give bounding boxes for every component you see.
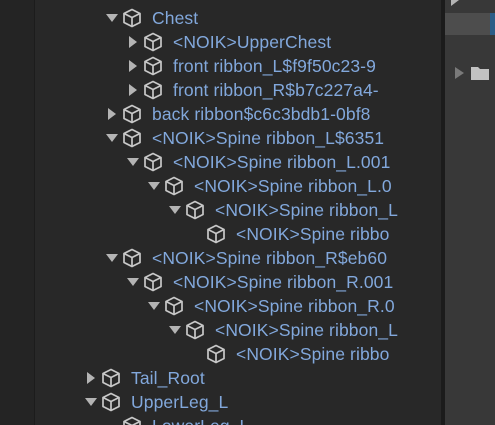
selected-folder-row[interactable] (445, 13, 495, 35)
hierarchy-item-label: <NOIK>Spine ribbon_L.001 (173, 152, 391, 172)
chevron-right-icon[interactable] (453, 66, 465, 80)
gameobject-cube-icon (123, 104, 141, 124)
hierarchy-row[interactable]: <NOIK>Spine ribbon_L.001 (35, 150, 441, 174)
hierarchy-item-label: LowerLeg_L (152, 416, 249, 425)
chevron-down-icon[interactable] (169, 324, 181, 336)
hierarchy-row[interactable]: <NOIK>Spine ribbon_R$eb60 (35, 246, 441, 270)
hierarchy-row[interactable]: <NOIK>Spine ribbon_R.0 (35, 294, 441, 318)
gameobject-cube-icon (102, 368, 120, 388)
gameobject-cube-icon (123, 416, 141, 425)
hierarchy-row[interactable]: <NOIK>Spine ribbon_L.0 (35, 174, 441, 198)
hierarchy-item-label: <NOIK>Spine ribbon_R.0 (194, 296, 395, 316)
hierarchy-item-label: Chest (152, 8, 199, 28)
chevron-right-icon[interactable] (127, 36, 139, 48)
hierarchy-row[interactable]: <NOIK>Spine ribbo (35, 342, 441, 366)
chevron-down-icon[interactable] (106, 132, 118, 144)
chevron-down-icon[interactable] (106, 252, 118, 264)
gameobject-cube-icon (165, 296, 183, 316)
hierarchy-row[interactable]: back ribbon$c6c3bdb1-0bf8 (35, 102, 441, 126)
hierarchy-row[interactable]: <NOIK>Spine ribbon_R.001 (35, 270, 441, 294)
left-gutter (0, 0, 34, 425)
hierarchy-row[interactable]: <NOIK>Spine ribbon_L$6351 (35, 126, 441, 150)
gameobject-cube-icon (144, 152, 162, 172)
gameobject-cube-icon (123, 128, 141, 148)
gameobject-cube-icon (144, 272, 162, 292)
hierarchy-item-label: back ribbon$c6c3bdb1-0bf8 (152, 104, 371, 124)
project-folder-panel (445, 0, 495, 425)
hierarchy-row[interactable]: Chest (35, 6, 441, 30)
hierarchy-row[interactable]: <NOIK>Spine ribbon_L (35, 318, 441, 342)
hierarchy-item-label: <NOIK>Spine ribbon_L (215, 320, 398, 340)
hierarchy-item-label: Tail_Root (131, 368, 205, 388)
hierarchy-tree: Chest <NOIK>UpperChest front ribbon_L$f9f5… (35, 0, 441, 425)
hierarchy-row[interactable]: front ribbon_L$f9f50c23-9 (35, 54, 441, 78)
hierarchy-item-label: <NOIK>Spine ribbon_L (215, 200, 398, 220)
hierarchy-item-label: <NOIK>Spine ribbon_R.001 (173, 272, 394, 292)
hierarchy-row[interactable]: <NOIK>UpperChest (35, 30, 441, 54)
gameobject-cube-icon (144, 80, 162, 100)
hierarchy-row[interactable]: <NOIK>Spine ribbon_L (35, 198, 441, 222)
chevron-down-icon[interactable] (127, 156, 139, 168)
selection-accent (490, 13, 495, 35)
chevron-right-icon[interactable] (127, 60, 139, 72)
chevron-down-icon[interactable] (169, 204, 181, 216)
gameobject-cube-icon (207, 224, 225, 244)
gameobject-cube-icon (123, 248, 141, 268)
gameobject-cube-icon (207, 344, 225, 364)
gameobject-cube-icon (186, 320, 204, 340)
hierarchy-item-label: <NOIK>Spine ribbo (236, 344, 390, 364)
chevron-right-icon[interactable] (127, 84, 139, 96)
gameobject-cube-icon (123, 8, 141, 28)
chevron-down-icon[interactable] (148, 300, 160, 312)
hierarchy-item-label: <NOIK>Spine ribbo (236, 224, 390, 244)
chevron-down-icon[interactable] (106, 12, 118, 24)
chevron-down-icon[interactable] (127, 276, 139, 288)
gameobject-cube-icon (165, 176, 183, 196)
hierarchy-row[interactable]: <NOIK>Spine ribbo (35, 222, 441, 246)
chevron-right-icon[interactable] (449, 0, 461, 6)
folder-icon[interactable] (471, 65, 489, 81)
chevron-right-icon[interactable] (106, 108, 118, 120)
hierarchy-row[interactable]: Tail_Root (35, 366, 441, 390)
hierarchy-item-label: UpperLeg_L (131, 392, 229, 412)
hierarchy-item-label: front ribbon_L$f9f50c23-9 (173, 56, 376, 76)
hierarchy-item-label: <NOIK>UpperChest (173, 32, 332, 52)
hierarchy-row[interactable]: UpperLeg_L (35, 390, 441, 414)
hierarchy-item-label: <NOIK>Spine ribbon_L$6351 (152, 128, 385, 148)
hierarchy-row[interactable]: LowerLeg_L (35, 414, 441, 425)
chevron-right-icon[interactable] (85, 372, 97, 384)
gameobject-cube-icon (102, 392, 120, 412)
hierarchy-item-label: <NOIK>Spine ribbon_L.0 (194, 176, 392, 196)
gameobject-cube-icon (144, 32, 162, 52)
hierarchy-item-label: front ribbon_R$b7c227a4- (173, 80, 379, 100)
hierarchy-item-label: <NOIK>Spine ribbon_R$eb60 (152, 248, 388, 268)
chevron-down-icon[interactable] (85, 396, 97, 408)
gameobject-cube-icon (186, 200, 204, 220)
chevron-down-icon[interactable] (148, 180, 160, 192)
gameobject-cube-icon (144, 56, 162, 76)
hierarchy-row[interactable]: front ribbon_R$b7c227a4- (35, 78, 441, 102)
